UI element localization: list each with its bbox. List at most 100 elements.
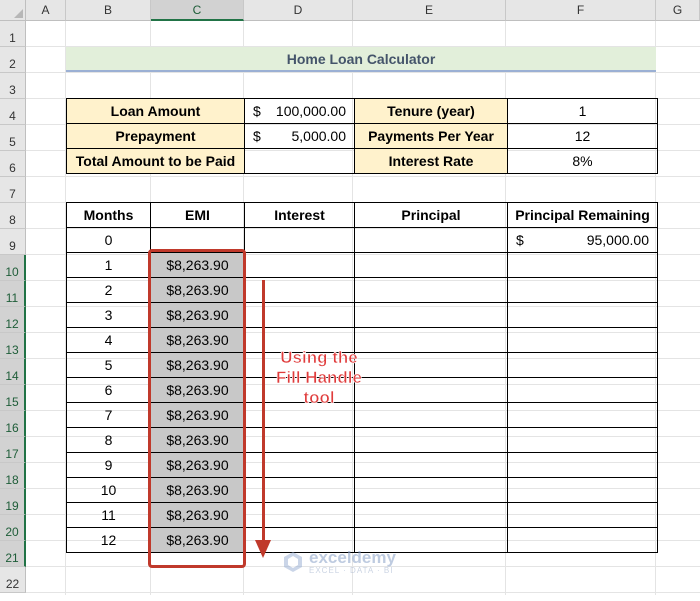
cell-tenure-value[interactable]: 1	[507, 98, 658, 124]
cell-emi[interactable]: $8,263.90	[150, 402, 245, 428]
header-interest[interactable]: Interest	[244, 202, 355, 228]
cell-emi[interactable]: $8,263.90	[150, 502, 245, 528]
cell-principal-remaining[interactable]	[507, 427, 658, 453]
row-header-14[interactable]: 14	[0, 359, 26, 385]
row-header-19[interactable]: 19	[0, 489, 26, 515]
cell-interest[interactable]	[244, 302, 355, 328]
cell-principal-remaining[interactable]	[507, 327, 658, 353]
row-header-12[interactable]: 12	[0, 307, 26, 333]
select-all-corner[interactable]	[0, 0, 26, 21]
cell-principal[interactable]	[354, 502, 508, 528]
cell-rate-label[interactable]: Interest Rate	[354, 148, 508, 174]
cell-month[interactable]: 5	[66, 352, 151, 378]
cell-total-label[interactable]: Total Amount to be Paid	[66, 148, 245, 174]
cell-month[interactable]: 2	[66, 277, 151, 303]
row-header-5[interactable]: 5	[0, 125, 26, 151]
cell-principal[interactable]	[354, 352, 508, 378]
row-header-10[interactable]: 10	[0, 255, 26, 281]
cell-principal-remaining[interactable]	[507, 252, 658, 278]
cell-principal[interactable]	[354, 477, 508, 503]
cell-emi[interactable]: $8,263.90	[150, 377, 245, 403]
column-header-g[interactable]: G	[656, 0, 700, 21]
row-header-15[interactable]: 15	[0, 385, 26, 411]
header-emi[interactable]: EMI	[150, 202, 245, 228]
cell-principal-remaining[interactable]	[507, 352, 658, 378]
cell-emi[interactable]: $8,263.90	[150, 527, 245, 553]
row-header-9[interactable]: 9	[0, 229, 26, 255]
row-header-6[interactable]: 6	[0, 151, 26, 177]
row-header-8[interactable]: 8	[0, 203, 26, 229]
cell-principal-remaining[interactable]	[507, 302, 658, 328]
cell-emi[interactable]: $8,263.90	[150, 252, 245, 278]
row-header-13[interactable]: 13	[0, 333, 26, 359]
cell-prepayment-value[interactable]: $5,000.00	[244, 123, 355, 149]
column-header-a[interactable]: A	[26, 0, 66, 21]
row-header-2[interactable]: 2	[0, 47, 26, 73]
cell-loan-amount-label[interactable]: Loan Amount	[66, 98, 245, 124]
cell-principal[interactable]	[354, 277, 508, 303]
cell-principal-remaining[interactable]	[507, 277, 658, 303]
cell-month[interactable]: 3	[66, 302, 151, 328]
cell-tenure-label[interactable]: Tenure (year)	[354, 98, 508, 124]
row-header-16[interactable]: 16	[0, 411, 26, 437]
cell-rate-value[interactable]: 8%	[507, 148, 658, 174]
cell-principal[interactable]	[354, 327, 508, 353]
cell-principal-remaining[interactable]	[507, 477, 658, 503]
column-header-d[interactable]: D	[244, 0, 353, 21]
cell-month[interactable]: 10	[66, 477, 151, 503]
cell-interest[interactable]	[244, 227, 355, 253]
cell-month[interactable]: 11	[66, 502, 151, 528]
cell-interest[interactable]	[244, 452, 355, 478]
cell-emi[interactable]: $8,263.90	[150, 477, 245, 503]
header-principal[interactable]: Principal	[354, 202, 508, 228]
row-header-11[interactable]: 11	[0, 281, 26, 307]
cell-emi[interactable]: $8,263.90	[150, 277, 245, 303]
row-header-17[interactable]: 17	[0, 437, 26, 463]
cell-month[interactable]: 6	[66, 377, 151, 403]
cell-ppy-value[interactable]: 12	[507, 123, 658, 149]
cell-month[interactable]: 0	[66, 227, 151, 253]
cell-month[interactable]: 1	[66, 252, 151, 278]
cell-ppy-label[interactable]: Payments Per Year	[354, 123, 508, 149]
cell-loan-amount-value[interactable]: $100,000.00	[244, 98, 355, 124]
column-header-b[interactable]: B	[66, 0, 151, 21]
cell-principal-remaining[interactable]	[507, 502, 658, 528]
cell-principal[interactable]	[354, 402, 508, 428]
cell-principal[interactable]	[354, 302, 508, 328]
cell-interest[interactable]	[244, 277, 355, 303]
cell-principal-remaining[interactable]	[507, 377, 658, 403]
cell-interest[interactable]	[244, 477, 355, 503]
row-header-3[interactable]: 3	[0, 73, 26, 99]
cell-principal[interactable]	[354, 452, 508, 478]
cell-month[interactable]: 12	[66, 527, 151, 553]
cell-principal[interactable]	[354, 427, 508, 453]
cell-principal-remaining[interactable]	[507, 452, 658, 478]
cell-emi[interactable]: $8,263.90	[150, 452, 245, 478]
row-header-1[interactable]: 1	[0, 21, 26, 47]
column-header-f[interactable]: F	[506, 0, 656, 21]
cell-total-value[interactable]	[244, 148, 355, 174]
header-months[interactable]: Months	[66, 202, 151, 228]
row-header-4[interactable]: 4	[0, 99, 26, 125]
cell-month[interactable]: 9	[66, 452, 151, 478]
row-header-21[interactable]: 21	[0, 541, 26, 567]
cell-interest[interactable]	[244, 502, 355, 528]
cell-interest[interactable]	[244, 427, 355, 453]
column-header-e[interactable]: E	[353, 0, 506, 21]
cell-prepayment-label[interactable]: Prepayment	[66, 123, 245, 149]
cell-interest[interactable]	[244, 252, 355, 278]
cell-emi[interactable]	[150, 227, 245, 253]
cell-principal[interactable]	[354, 377, 508, 403]
cell-principal-remaining[interactable]	[507, 402, 658, 428]
cell-month[interactable]: 4	[66, 327, 151, 353]
header-principal-remaining[interactable]: Principal Remaining	[507, 202, 658, 228]
cell-emi[interactable]: $8,263.90	[150, 352, 245, 378]
cell-principal-remaining[interactable]: $95,000.00	[507, 227, 658, 253]
row-header-20[interactable]: 20	[0, 515, 26, 541]
cell-month[interactable]: 8	[66, 427, 151, 453]
cell-principal[interactable]	[354, 227, 508, 253]
cell-emi[interactable]: $8,263.90	[150, 427, 245, 453]
cell-principal-remaining[interactable]	[507, 527, 658, 553]
row-header-22[interactable]: 22	[0, 567, 26, 593]
cell-month[interactable]: 7	[66, 402, 151, 428]
